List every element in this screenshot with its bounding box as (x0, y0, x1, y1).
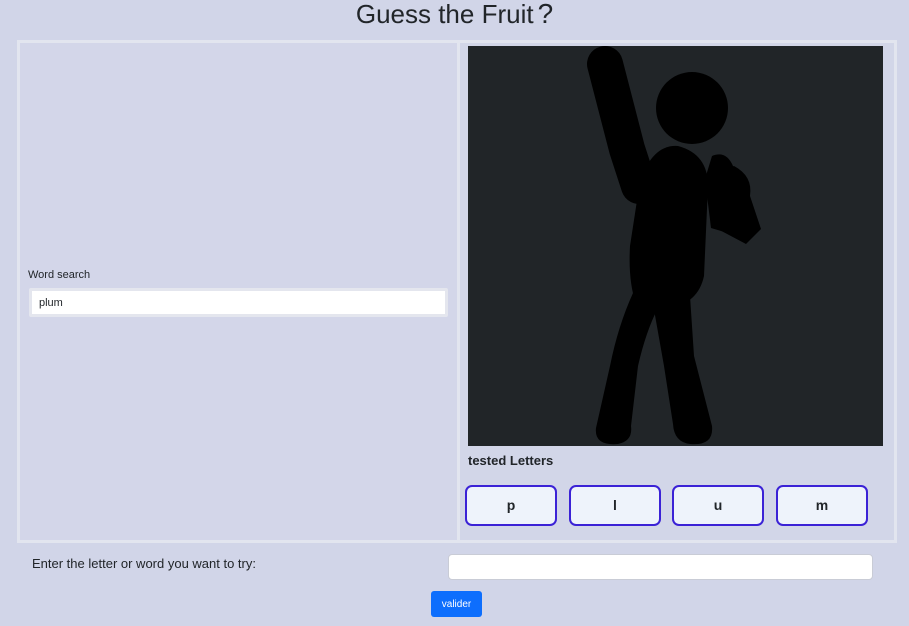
word-search-label: Word search (28, 269, 91, 281)
page-title: Guess the Fruit? (0, 0, 909, 28)
guess-input-label: Enter the letter or word you want to try… (32, 556, 256, 571)
tested-letter-tile: m (776, 485, 868, 526)
word-search-input[interactable] (29, 288, 448, 317)
submit-button[interactable]: valider (431, 591, 482, 617)
hangman-canvas (468, 46, 883, 446)
tested-letters-label: tested Letters (468, 453, 554, 468)
game-board: Word search plum tested Letters p l u m (17, 40, 897, 543)
tested-letter-tile: l (569, 485, 661, 526)
guess-input[interactable] (448, 554, 873, 580)
hangman-panel: tested Letters p l u m (460, 43, 894, 540)
word-search-panel: Word search (20, 43, 460, 540)
question-mark-icon: ? (537, 0, 554, 29)
tested-letter-tile: p (465, 485, 557, 526)
tested-letter-tile: u (672, 485, 764, 526)
stick-figure-icon (587, 46, 761, 445)
page: Guess the Fruit? Word search plum tested… (0, 0, 909, 626)
tested-letters-list: p l u m (465, 485, 885, 527)
page-title-text: Guess the Fruit (355, 0, 534, 29)
